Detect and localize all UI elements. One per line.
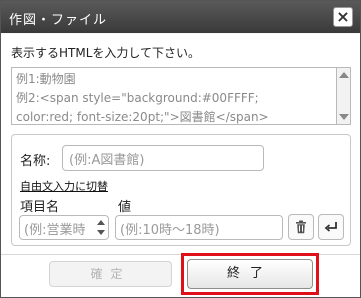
- scroll-down-icon[interactable]: [339, 114, 349, 120]
- name-input[interactable]: (例:A図書館): [62, 145, 264, 171]
- attributes-panel: 名称: (例:A図書館) 自由文入力に切替 項目名 値 (例:営業時 (例:10…: [11, 134, 351, 246]
- item-name-combobox[interactable]: (例:営業時: [19, 215, 109, 240]
- item-name-placeholder: (例:営業時: [24, 223, 86, 238]
- placeholder-line: color:red; font-size:20pt;">図書館</span>: [16, 110, 269, 124]
- html-prompt: 表示するHTMLを入力して下さい。: [11, 46, 201, 60]
- name-label: 名称:: [20, 154, 51, 169]
- close-icon: ×: [336, 7, 350, 26]
- dialog-body: 表示するHTMLを入力して下さい。 例1:動物園 例2:<span style=…: [1, 34, 360, 297]
- value-input[interactable]: (例:10時〜18時): [115, 215, 283, 240]
- free-input-toggle-link[interactable]: 自由文入力に切替: [20, 178, 108, 194]
- spin-up-icon[interactable]: [97, 220, 105, 225]
- delete-row-button[interactable]: [288, 214, 314, 240]
- window-title: 作図・ファイル: [9, 13, 108, 28]
- item-name-header: 項目名: [20, 200, 60, 215]
- item-spinner[interactable]: [96, 217, 107, 238]
- dialog: 作図・ファイル × 表示するHTMLを入力して下さい。 例1:動物園 例2:<s…: [0, 0, 361, 298]
- placeholder-line: 例2:<span style="background:#00FFFF;: [16, 91, 259, 105]
- html-textarea[interactable]: 例1:動物園 例2:<span style="background:#00FFF…: [11, 67, 337, 125]
- placeholder-line: 例1:動物園: [16, 72, 76, 86]
- title-bar: 作図・ファイル ×: [1, 1, 360, 33]
- close-button[interactable]: ×: [333, 7, 353, 27]
- trash-icon: [296, 220, 306, 234]
- enter-icon: [324, 222, 337, 232]
- textarea-scrollbar[interactable]: [337, 67, 351, 125]
- value-header: 値: [118, 200, 132, 215]
- add-row-button[interactable]: [318, 214, 344, 240]
- confirm-button[interactable]: 確定: [49, 261, 172, 287]
- spin-down-icon[interactable]: [97, 230, 105, 235]
- finish-button[interactable]: 終了: [187, 259, 313, 289]
- scroll-up-icon[interactable]: [339, 72, 349, 78]
